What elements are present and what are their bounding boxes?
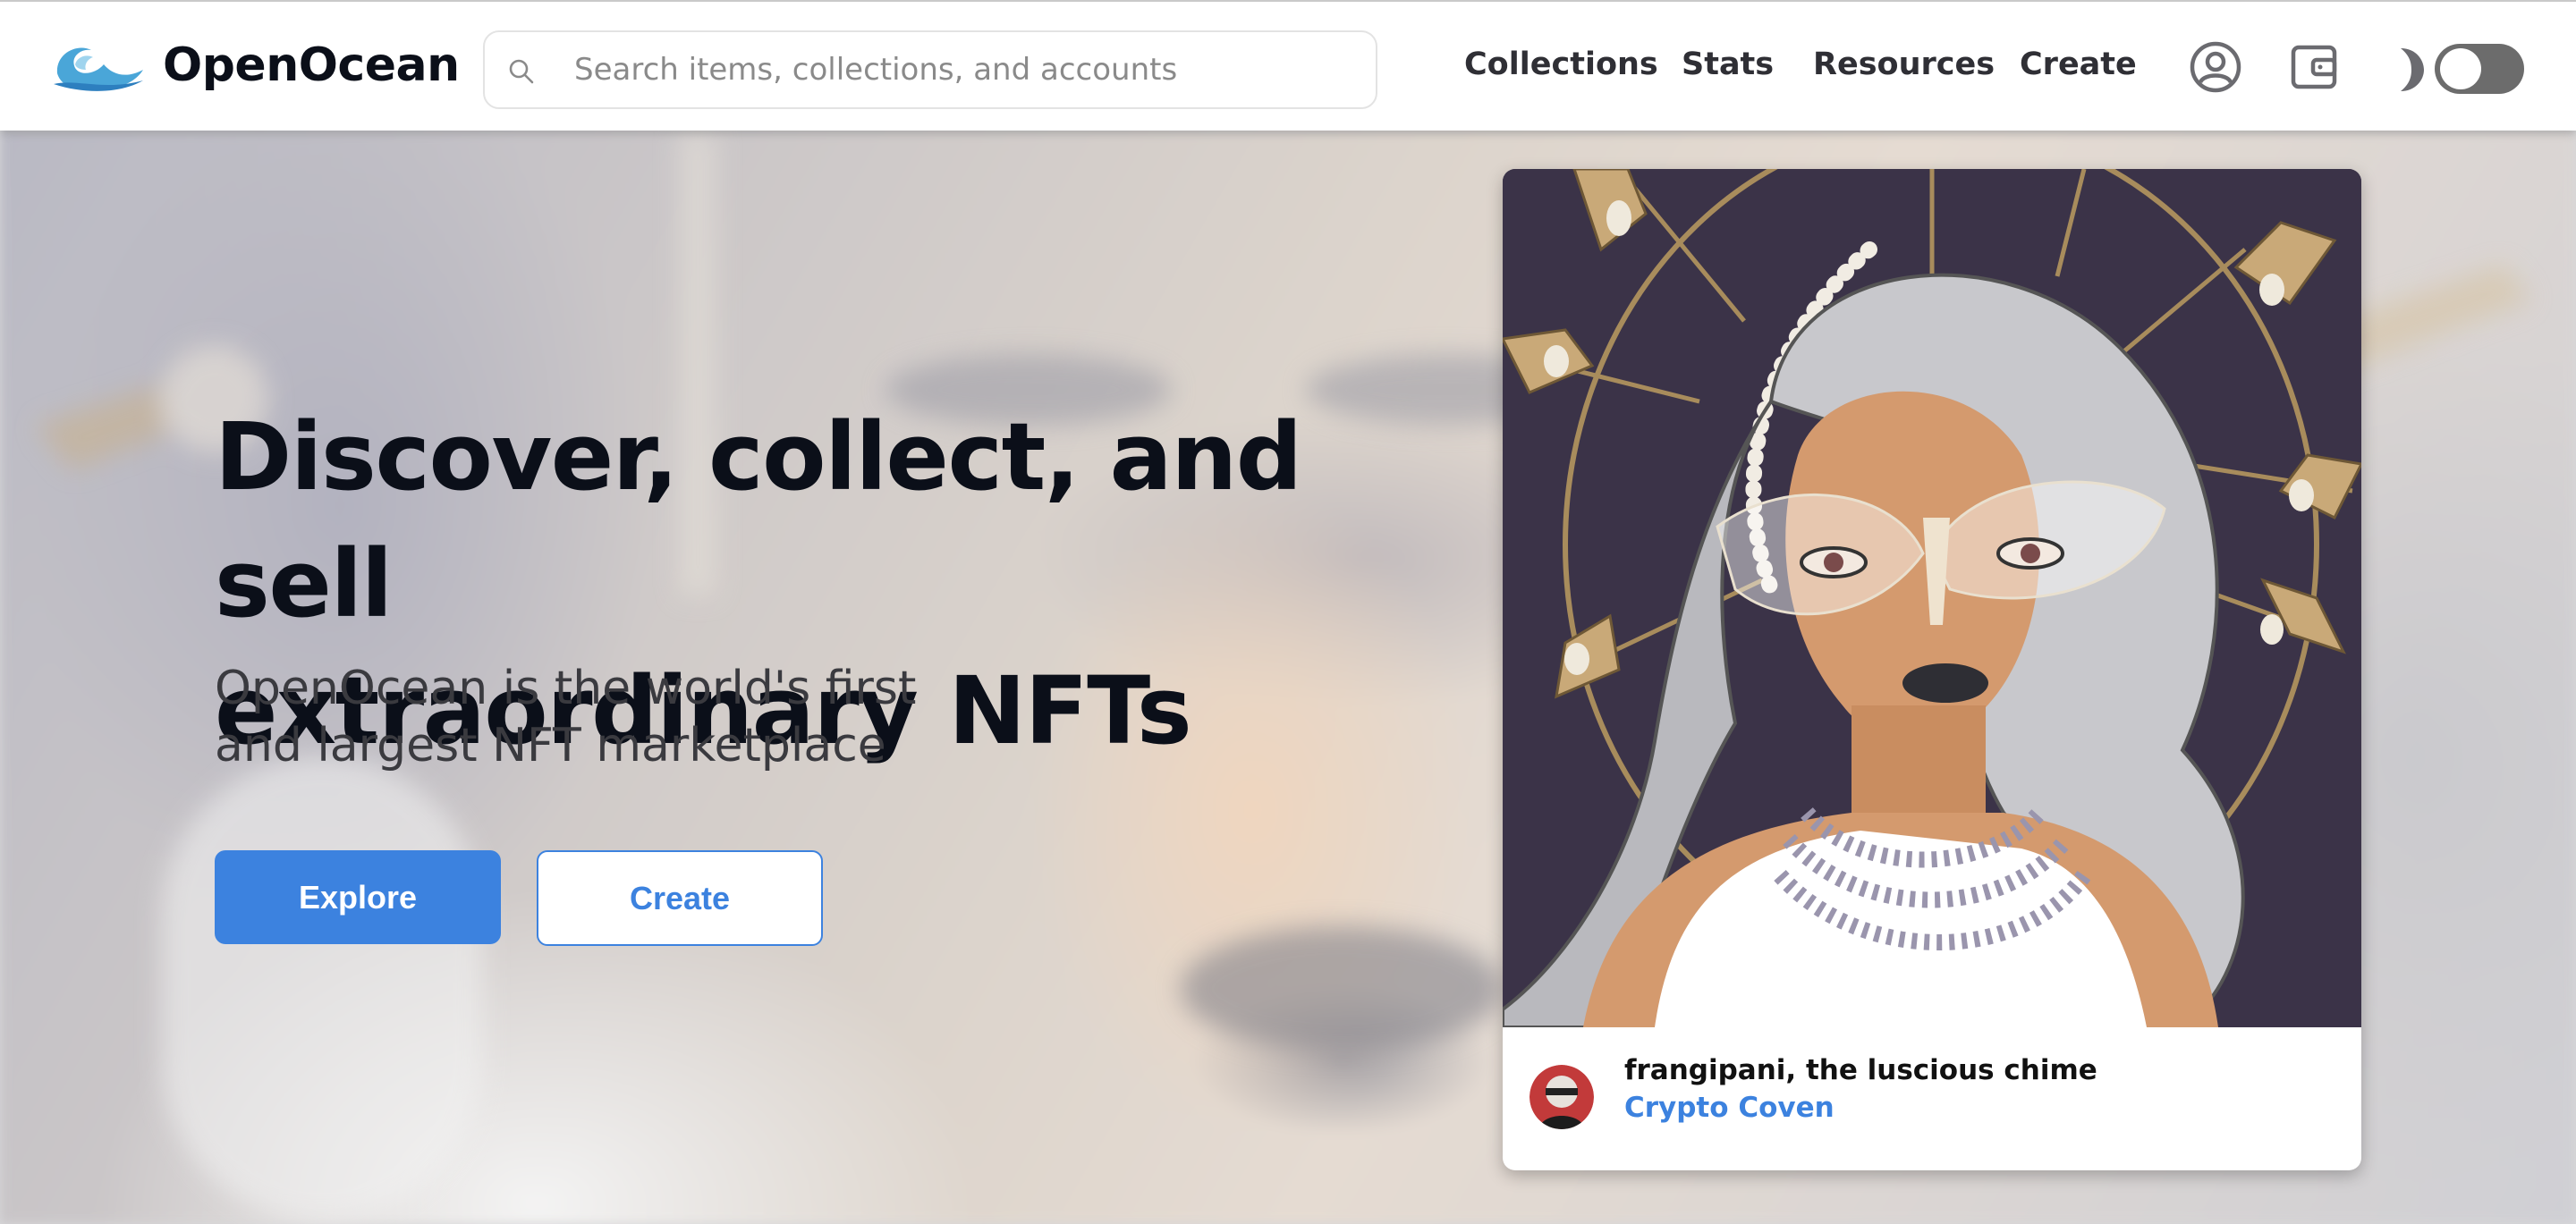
hero-subtitle-line-1: OpenOcean is the world's first bbox=[215, 662, 917, 715]
top-navbar: OpenOcean Collections Stats Resources Cr… bbox=[0, 0, 2576, 131]
nav-stats[interactable]: Stats bbox=[1682, 46, 1774, 82]
featured-nft-card[interactable]: frangipani, the luscious chime Crypto Co… bbox=[1503, 169, 2361, 1170]
hero-subtitle-line-2: and largest NFT marketplace bbox=[215, 719, 886, 772]
moon-icon bbox=[2401, 48, 2424, 91]
brand-name: OpenOcean bbox=[163, 38, 460, 92]
creator-avatar[interactable] bbox=[1530, 1065, 1594, 1129]
explore-button[interactable]: Explore bbox=[215, 850, 501, 944]
profile-button[interactable] bbox=[2188, 39, 2243, 95]
wallet-icon bbox=[2291, 45, 2337, 89]
nft-collection-link[interactable]: Crypto Coven bbox=[1624, 1092, 1835, 1124]
search-icon bbox=[509, 59, 534, 84]
nft-name[interactable]: frangipani, the luscious chime bbox=[1624, 1054, 2097, 1086]
nav-resources[interactable]: Resources bbox=[1813, 46, 1995, 82]
theme-toggle[interactable] bbox=[2435, 44, 2524, 94]
search-bar[interactable] bbox=[483, 30, 1377, 109]
wave-logo-icon bbox=[54, 47, 144, 91]
featured-nft-image[interactable] bbox=[1503, 169, 2361, 1027]
user-circle-icon bbox=[2190, 41, 2241, 93]
featured-nft-info: frangipani, the luscious chime Crypto Co… bbox=[1503, 1027, 2361, 1170]
hero-title-line-1: Discover, collect, and sell bbox=[215, 402, 1302, 638]
hero-subtitle: OpenOcean is the world's first and large… bbox=[215, 660, 1020, 774]
search-input[interactable] bbox=[574, 45, 1352, 95]
nav-collections[interactable]: Collections bbox=[1464, 46, 1658, 82]
wallet-button[interactable] bbox=[2286, 39, 2342, 95]
nav-create[interactable]: Create bbox=[2020, 46, 2137, 82]
create-button[interactable]: Create bbox=[537, 850, 823, 946]
brand-logo[interactable]: OpenOcean bbox=[50, 38, 460, 93]
theme-toggle-knob bbox=[2440, 48, 2481, 89]
